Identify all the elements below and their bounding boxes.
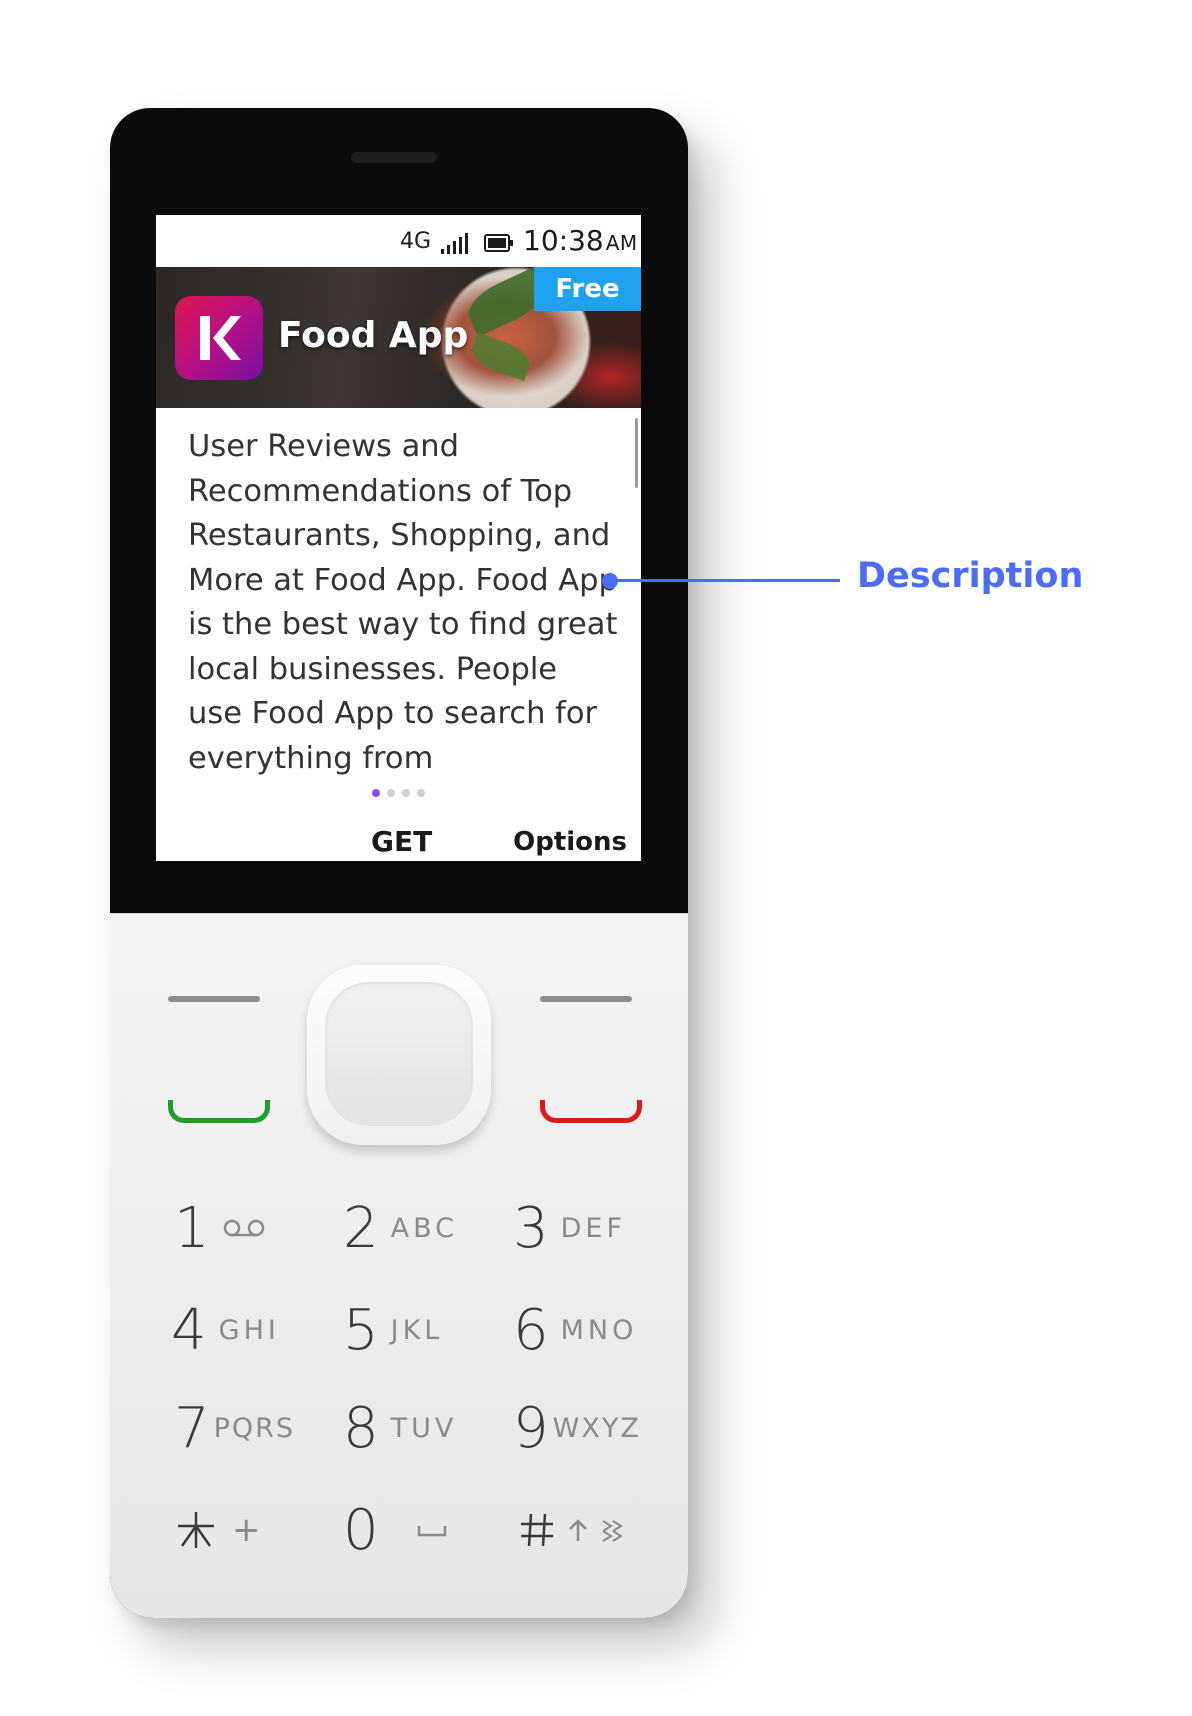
key-0[interactable]: 0: [343, 1490, 447, 1570]
key-digit: 6: [513, 1297, 549, 1363]
end-call-key[interactable]: [540, 1100, 642, 1123]
input-mode-icon: [602, 1520, 623, 1542]
page-dot-active: [372, 789, 380, 797]
key-letters: GHI: [218, 1314, 280, 1346]
key-digit: 1: [174, 1195, 210, 1261]
clock-time: 10:38: [523, 224, 604, 257]
key-digit: 5: [343, 1297, 379, 1363]
key-letters: JKL: [390, 1314, 444, 1346]
status-bar: 4G 10:38 AM: [156, 215, 641, 267]
dpad-select[interactable]: [325, 982, 473, 1126]
key-8[interactable]: 8 TUV: [343, 1388, 457, 1468]
signal-icon: [441, 233, 468, 254]
banner-food-leaf: [467, 332, 535, 382]
key-letters: MNO: [560, 1314, 638, 1346]
key-letters: ABC: [390, 1212, 459, 1244]
key-5[interactable]: 5 JKL: [343, 1290, 443, 1370]
left-softkey[interactable]: [168, 996, 260, 1002]
hash-icon: [521, 1513, 553, 1547]
key-1[interactable]: 1: [174, 1188, 266, 1268]
key-digit: 2: [343, 1195, 379, 1261]
voicemail-icon: [223, 1219, 264, 1237]
page-dot: [387, 789, 395, 797]
app-name: Food App: [278, 315, 469, 356]
options-button[interactable]: Options: [513, 827, 627, 857]
key-4[interactable]: 4 GHI: [171, 1290, 280, 1370]
key-letters: +: [232, 1510, 265, 1550]
key-letters: PQRS: [213, 1412, 296, 1444]
key-hash[interactable]: [517, 1490, 625, 1570]
key-digit: 7: [174, 1395, 210, 1461]
clock: 10:38 AM: [523, 224, 638, 257]
key-digit: 0: [343, 1497, 379, 1563]
key-3[interactable]: 3 DEF: [513, 1188, 626, 1268]
dpad-center-key[interactable]: [307, 965, 491, 1145]
callout-line: [610, 579, 840, 582]
key-6[interactable]: 6 MNO: [513, 1290, 637, 1370]
battery-icon: [484, 234, 513, 252]
description-callout-label: Description: [857, 556, 1084, 596]
network-type: 4G: [400, 229, 432, 254]
price-badge: Free: [534, 267, 641, 311]
key-digit: 3: [513, 1195, 549, 1261]
space-icon: [417, 1526, 446, 1537]
key-letters: DEF: [560, 1212, 627, 1244]
asterisk-icon: [178, 1512, 214, 1548]
key-letters: WXYZ: [552, 1412, 641, 1444]
key-digit: 9: [513, 1395, 549, 1461]
key-digit: 8: [343, 1395, 379, 1461]
key-star[interactable]: +: [174, 1490, 265, 1570]
app-banner: Free Food App: [156, 267, 641, 408]
page-indicator: [372, 789, 425, 797]
right-softkey[interactable]: [540, 996, 632, 1002]
clock-ampm: AM: [605, 231, 638, 255]
scrollbar[interactable]: [635, 418, 638, 488]
key-2[interactable]: 2 ABC: [343, 1188, 458, 1268]
page-dot: [402, 789, 410, 797]
key-9[interactable]: 9 WXYZ: [513, 1388, 641, 1468]
key-digit: 4: [171, 1297, 207, 1363]
softkey-bar: GET Options: [156, 811, 641, 861]
app-logo-icon: [175, 296, 263, 380]
get-button[interactable]: GET: [371, 825, 432, 858]
phone-screen: 4G 10:38 AM Free Food App User Reviews an…: [156, 215, 641, 861]
app-description[interactable]: User Reviews and Recommendations of Top …: [188, 425, 618, 781]
earpiece-speaker: [351, 152, 437, 163]
page-dot: [417, 789, 425, 797]
shift-icon: [569, 1519, 587, 1541]
key-7[interactable]: 7 PQRS: [174, 1388, 295, 1468]
call-key[interactable]: [168, 1100, 270, 1123]
key-letters: TUV: [390, 1412, 458, 1444]
